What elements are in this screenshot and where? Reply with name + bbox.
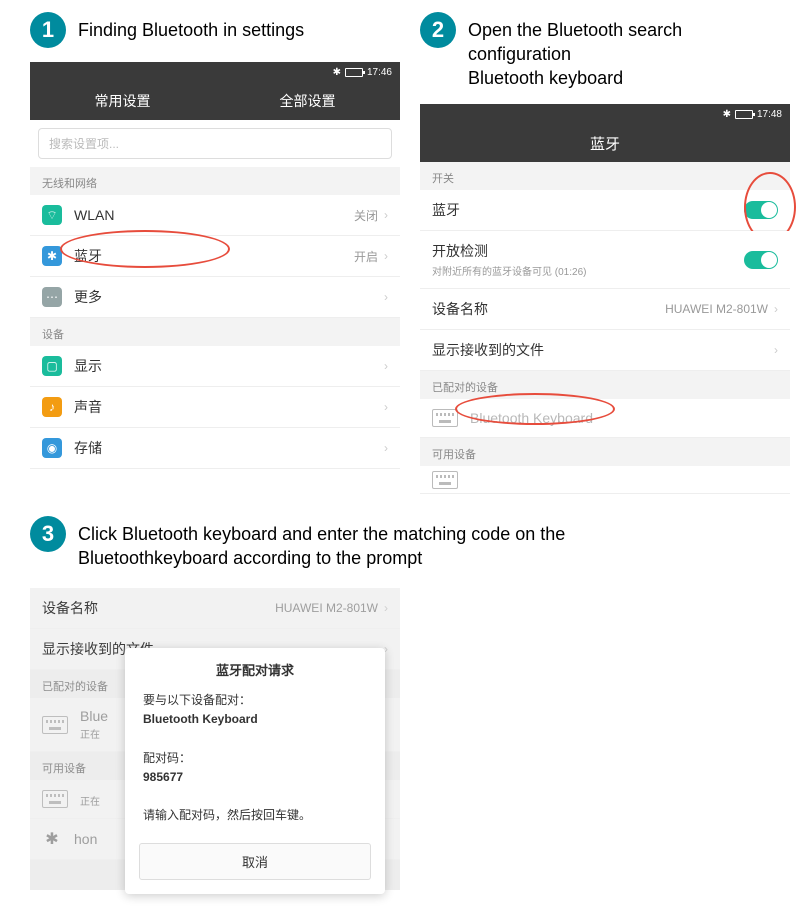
step-3-line2: Bluetoothkeyboard according to the promp… [78, 548, 422, 568]
row-available-item[interactable] [420, 466, 790, 494]
wifi-icon: ⌔ [42, 205, 62, 225]
tab-common-settings[interactable]: 常用设置 [30, 82, 215, 120]
bt-toggle[interactable] [744, 201, 778, 219]
screen-1-settings: ✱ 17:46 常用设置 全部设置 搜索设置项... 无线和网络 ⌔ WLAN … [30, 62, 400, 469]
section-switch: 开关 [420, 162, 790, 190]
screen-title: 蓝牙 [420, 124, 790, 162]
chevron-right-icon: › [384, 400, 388, 414]
wlan-label: WLAN [74, 207, 354, 223]
sound-label: 声音 [74, 397, 384, 417]
bluetooth-icon: ✱ [333, 67, 341, 78]
storage-label: 存储 [74, 438, 384, 458]
row-more[interactable]: ⋯ 更多 › [30, 277, 400, 318]
row-bt-toggle[interactable]: 蓝牙 [420, 190, 790, 231]
keyboard-icon [42, 790, 68, 808]
step-2-line1: Open the Bluetooth search configuration [468, 20, 682, 64]
row-device-name[interactable]: 设备名称 HUAWEI M2-801W › [30, 588, 400, 629]
display-label: 显示 [74, 356, 384, 376]
detect-sub: 对附近所有的蓝牙设备可见 (01:26) [432, 263, 744, 278]
section-wireless: 无线和网络 [30, 167, 400, 195]
detect-label: 开放检测 [432, 241, 744, 261]
dialog-title: 蓝牙配对请求 [125, 648, 385, 687]
bluetooth-icon: ✱ [42, 246, 62, 266]
bluetooth-label: 蓝牙 [74, 246, 354, 266]
section-available: 可用设备 [420, 438, 790, 466]
step-2-number: 2 [420, 12, 456, 48]
cancel-button[interactable]: 取消 [139, 843, 371, 880]
step-2-text: Open the Bluetooth search configuration … [468, 12, 770, 90]
section-paired: 已配对的设备 [420, 371, 790, 399]
chevron-right-icon: › [384, 441, 388, 455]
bluetooth-icon: ✱ [42, 829, 62, 849]
section-device: 设备 [30, 318, 400, 346]
chevron-right-icon: › [384, 290, 388, 304]
pairing-dialog: 蓝牙配对请求 要与以下设备配对： Bluetooth Keyboard 配对码：… [125, 648, 385, 894]
bluetooth-icon: ✱ [723, 109, 731, 120]
row-bluetooth[interactable]: ✱ 蓝牙 开启 › [30, 236, 400, 277]
chevron-right-icon: › [384, 208, 388, 222]
step-1-number: 1 [30, 12, 66, 48]
step-3-number: 3 [30, 516, 66, 552]
step-3-text: Click Bluetooth keyboard and enter the m… [78, 516, 565, 570]
dialog-code: 985677 [143, 768, 367, 787]
storage-icon: ◉ [42, 438, 62, 458]
row-display[interactable]: ▢ 显示 › [30, 346, 400, 387]
chevron-right-icon: › [774, 302, 778, 316]
battery-icon [345, 68, 363, 77]
sound-icon: ♪ [42, 397, 62, 417]
dialog-device-name: Bluetooth Keyboard [143, 710, 367, 729]
device-name-value: HUAWEI M2-801W [275, 601, 378, 615]
bt-toggle-label: 蓝牙 [432, 200, 744, 220]
battery-icon [735, 110, 753, 119]
step-2-line2: Bluetooth keyboard [468, 68, 623, 88]
screen-2-bluetooth: ✱ 17:48 蓝牙 开关 蓝牙 开放检测 对附近所有的蓝牙设备可见 (01:2… [420, 104, 790, 494]
row-received-files[interactable]: 显示接收到的文件 › [420, 330, 790, 371]
bluetooth-value: 开启 [354, 248, 378, 265]
dialog-hint: 请输入配对码，然后按回车键。 [143, 806, 367, 825]
status-time: 17:46 [367, 67, 392, 78]
keyboard-icon [42, 716, 68, 734]
device-name-label: 设备名称 [42, 598, 275, 618]
device-name-label: 设备名称 [432, 299, 665, 319]
row-storage[interactable]: ◉ 存储 › [30, 428, 400, 469]
device-name-value: HUAWEI M2-801W [665, 302, 768, 316]
row-wlan[interactable]: ⌔ WLAN 关闭 › [30, 195, 400, 236]
detect-toggle[interactable] [744, 251, 778, 269]
received-files-label: 显示接收到的文件 [432, 340, 774, 360]
more-icon: ⋯ [42, 287, 62, 307]
keyboard-icon [432, 471, 458, 489]
keyboard-label: Bluetooth Keyboard [470, 410, 778, 426]
status-time: 17:48 [757, 109, 782, 120]
chevron-right-icon: › [384, 249, 388, 263]
chevron-right-icon: › [774, 343, 778, 357]
step-3-line1: Click Bluetooth keyboard and enter the m… [78, 524, 565, 544]
wlan-value: 关闭 [354, 207, 378, 224]
search-input[interactable]: 搜索设置项... [38, 128, 392, 159]
chevron-right-icon: › [384, 359, 388, 373]
row-paired-keyboard[interactable]: Bluetooth Keyboard [420, 399, 790, 438]
chevron-right-icon: › [384, 601, 388, 615]
step-1-text: Finding Bluetooth in settings [78, 12, 304, 42]
keyboard-icon [432, 409, 458, 427]
row-sound[interactable]: ♪ 声音 › [30, 387, 400, 428]
display-icon: ▢ [42, 356, 62, 376]
tab-all-settings[interactable]: 全部设置 [215, 82, 400, 120]
dialog-code-label: 配对码： [143, 749, 367, 768]
row-detect[interactable]: 开放检测 对附近所有的蓝牙设备可见 (01:26) [420, 231, 790, 289]
row-device-name[interactable]: 设备名称 HUAWEI M2-801W › [420, 289, 790, 330]
dialog-pair-with: 要与以下设备配对： [143, 691, 367, 710]
more-label: 更多 [74, 287, 384, 307]
